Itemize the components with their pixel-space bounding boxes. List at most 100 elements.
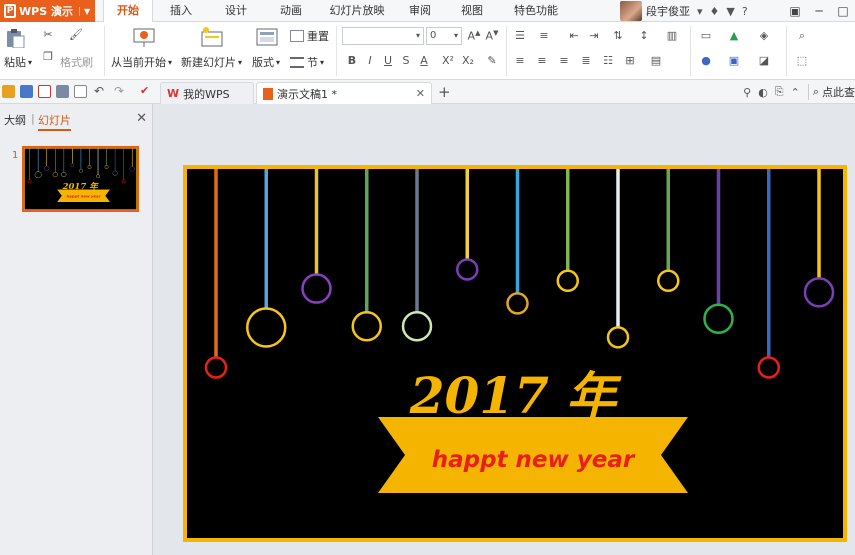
shirt-icon[interactable]: ▼	[726, 5, 734, 18]
paste-button[interactable]: 粘贴 ▾	[4, 54, 32, 70]
search-icon: ⌕	[812, 85, 819, 98]
tab-insert[interactable]: 插入	[160, 0, 202, 22]
play-from-current-icon[interactable]	[133, 26, 155, 48]
tab-special[interactable]: 特色功能	[503, 0, 569, 22]
paste-icon	[7, 29, 25, 48]
smart-art-icon[interactable]: ▤	[648, 54, 664, 68]
increase-indent-icon[interactable]: ⇥	[586, 29, 602, 43]
tab-document[interactable]: 演示文稿1 * ✕	[256, 82, 432, 104]
align-center-icon[interactable]: ≡	[534, 54, 550, 68]
justify-icon[interactable]: ≣	[578, 54, 594, 68]
tab-slideshow[interactable]: 幻灯片放映	[322, 0, 392, 22]
font-color-icon[interactable]: A	[416, 54, 432, 68]
textbox-icon[interactable]: ▭	[698, 29, 714, 43]
layout-icon[interactable]	[256, 28, 278, 46]
collapse-icon[interactable]: ⌃	[791, 86, 800, 99]
play-from-current-button[interactable]: 从当前开始 ▾	[111, 54, 172, 70]
user-area[interactable]: 段宇俊亚 ▾ ♦ ▼ ?	[620, 0, 748, 22]
slide-thumbnail[interactable]: 2017 年 happt new year	[22, 146, 139, 212]
layout-button[interactable]: 版式 ▾	[252, 54, 280, 70]
italic-icon[interactable]: I	[362, 54, 378, 68]
search-box[interactable]: ⌕ 点此查	[807, 84, 855, 100]
export-pdf-icon[interactable]	[38, 85, 51, 98]
quick-access-bar: ↶ ↷ ✔ W 我的WPS 演示文稿1 * ✕ + ⚲ ◐ ⎘ ⌃ ⌕ 点此查	[0, 80, 855, 104]
bold-icon[interactable]: B	[344, 54, 360, 68]
copy-icon[interactable]: ❐	[40, 50, 56, 64]
tab-outline[interactable]: 大纲	[4, 112, 26, 128]
find-icon[interactable]: ⌕	[794, 29, 810, 43]
font-size-combo[interactable]: 0 ▾	[426, 27, 462, 45]
close-icon[interactable]: ✕	[416, 87, 425, 100]
increase-font-icon[interactable]: A▲	[466, 29, 482, 43]
bullet-list-icon[interactable]: ☰	[512, 29, 528, 43]
history-icon[interactable]: ⎘	[775, 85, 784, 99]
arrange-icon[interactable]: ▣	[726, 54, 742, 68]
avatar[interactable]	[620, 1, 642, 21]
tab-my-wps[interactable]: W 我的WPS	[160, 82, 254, 104]
tab-slides[interactable]: 幻灯片	[38, 112, 71, 131]
cut-icon[interactable]: ✂	[40, 28, 56, 42]
decrease-font-icon[interactable]: A▼	[484, 29, 500, 43]
tab-review[interactable]: 审阅	[400, 0, 440, 22]
new-tab-icon[interactable]: +	[438, 83, 451, 101]
align-left-icon[interactable]: ≡	[512, 54, 528, 68]
help-icon[interactable]: ?	[742, 5, 748, 18]
print-icon[interactable]	[56, 85, 69, 98]
user-name[interactable]: 段宇俊亚	[646, 3, 690, 19]
redo-icon[interactable]: ↷	[114, 85, 127, 98]
line-spacing-icon[interactable]: ↕	[636, 29, 652, 43]
shapes-icon[interactable]: ●	[698, 54, 714, 68]
clear-format-icon[interactable]: ✎	[484, 54, 500, 68]
text-direction-icon[interactable]: ⇅	[610, 29, 626, 43]
paste-icon-button[interactable]	[4, 28, 26, 48]
new-slide-icon[interactable]	[200, 26, 224, 48]
screen-icon	[133, 28, 155, 47]
close-icon[interactable]: ✕	[136, 111, 147, 126]
tab-home[interactable]: 开始	[103, 0, 153, 23]
new-slide-graphic-icon	[201, 27, 223, 47]
pin-icon[interactable]: ⚲	[743, 86, 751, 99]
tab-view[interactable]: 视图	[452, 0, 492, 22]
layout-label: 版式	[252, 56, 274, 69]
cloud-icon[interactable]: ◐	[758, 86, 768, 99]
format-painter-icon[interactable]: 🖌	[68, 28, 84, 42]
skin-icon[interactable]: ♦	[710, 5, 720, 18]
restore-icon[interactable]: ▣	[783, 0, 807, 22]
superscript-icon[interactable]: X²	[440, 54, 456, 68]
customize-icon[interactable]: ✔	[140, 85, 153, 98]
strikethrough-icon[interactable]: S	[398, 54, 414, 68]
wps-icon: W	[167, 87, 180, 100]
columns-icon[interactable]: ▥	[664, 29, 680, 43]
tab-design[interactable]: 设计	[215, 0, 257, 22]
tab-animation[interactable]: 动画	[270, 0, 312, 22]
underline-icon[interactable]: U	[380, 54, 396, 68]
section-button[interactable]: 节 ▾	[290, 54, 324, 70]
numbered-list-icon[interactable]: ≡	[536, 29, 552, 43]
minimize-icon[interactable]: ─	[807, 0, 831, 22]
open-folder-icon[interactable]	[2, 85, 15, 98]
format-painter-button[interactable]: 格式刷	[60, 54, 93, 70]
undo-icon[interactable]: ↶	[94, 85, 107, 98]
slide-canvas[interactable]: 2017 年 happt new year	[183, 165, 847, 542]
picture-icon[interactable]: ▲	[726, 29, 742, 43]
fill-icon[interactable]: ◈	[756, 29, 772, 43]
print-preview-icon[interactable]	[74, 85, 87, 98]
reset-button[interactable]: 重置	[290, 28, 329, 44]
subscript-icon[interactable]: X₂	[460, 54, 476, 68]
select-icon[interactable]: ⬚	[794, 54, 810, 68]
outline-icon[interactable]: ◪	[756, 54, 772, 68]
decrease-indent-icon[interactable]: ⇤	[566, 29, 582, 43]
year-title: 2017 年	[409, 366, 623, 425]
app-menu-button[interactable]: P WPS 演示 ▼	[0, 0, 95, 22]
slide-number: 1	[12, 150, 19, 161]
align-right-icon[interactable]: ≡	[556, 54, 572, 68]
font-name-combo[interactable]: ▾	[342, 27, 424, 45]
save-icon[interactable]	[20, 85, 33, 98]
distribute-icon[interactable]: ☷	[600, 54, 616, 68]
chevron-down-icon[interactable]: ▾	[697, 5, 703, 18]
maximize-icon[interactable]: □	[831, 0, 855, 22]
panel-tabs: 大纲 | 幻灯片 ✕	[0, 104, 153, 134]
new-slide-button[interactable]: 新建幻灯片 ▾	[181, 54, 242, 70]
align-text-icon[interactable]: ⊞	[622, 54, 638, 68]
reset-label: 重置	[307, 30, 329, 43]
